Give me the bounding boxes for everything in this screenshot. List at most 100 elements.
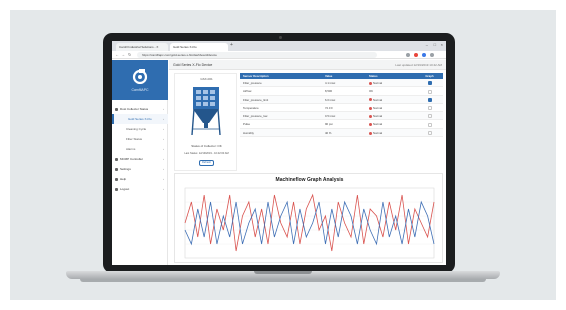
- sidebar-item-label: Filter Status: [126, 137, 143, 141]
- graph-toggle-cell: [416, 96, 443, 103]
- sidebar-nav: Dust Collector Status › Gold Series X-Flo ›…: [112, 104, 168, 194]
- browser-tab[interactable]: Camfil Industrial Solutions - X: [116, 43, 168, 51]
- sensor-status: Normal: [366, 104, 416, 111]
- menu-icon: [115, 158, 118, 161]
- table-body: Filter_pressure 4.1 inwc Normal Airflow 8,50…: [240, 79, 443, 138]
- graph-checkbox[interactable]: [427, 122, 432, 127]
- chevron-right-icon: ›: [163, 137, 164, 141]
- chevron-right-icon: ›: [163, 187, 164, 191]
- chevron-right-icon: ›: [163, 157, 164, 161]
- webcam: [279, 36, 282, 39]
- sensor-value: 8,500: [325, 89, 332, 94]
- graph-checkbox[interactable]: [427, 131, 432, 136]
- back-icon[interactable]: ←: [115, 51, 119, 59]
- table-row[interactable]: Filter_pressure 4.1 inwc Normal: [240, 79, 443, 88]
- sidebar-item-label: Help: [120, 177, 127, 181]
- table-row[interactable]: Humidity 40 % Normal: [240, 128, 443, 138]
- sidebar-item-label: MCMP Controller: [120, 157, 143, 161]
- page-title: Gold Series X-Flo Device: [173, 63, 213, 67]
- graph-toggle-cell: [416, 79, 443, 86]
- status-text: OK: [369, 89, 374, 94]
- sensor-value: 90 psi: [325, 122, 333, 127]
- reload-icon[interactable]: ↻: [128, 51, 131, 59]
- sidebar-item[interactable]: Logout ›: [112, 184, 168, 194]
- chevron-right-icon: ›: [163, 167, 164, 171]
- sensor-description: Filter_pressure_limit: [243, 97, 269, 102]
- status-text: Normal: [373, 122, 383, 127]
- sensor-description: Pulse: [243, 122, 250, 127]
- sidebar-item[interactable]: Dust Collector Status ›: [112, 104, 168, 114]
- graph-checkbox[interactable]: [427, 89, 432, 94]
- status-dot-icon: [369, 81, 372, 85]
- chevron-right-icon: ›: [163, 117, 164, 121]
- extension-icon[interactable]: [414, 53, 418, 57]
- menu-icon[interactable]: [430, 53, 434, 57]
- status-text: Normal: [373, 97, 383, 102]
- status-dot-icon: [369, 114, 372, 118]
- sidebar-item-label: Settings: [120, 167, 131, 171]
- page-header: Gold Series X-Flo Device Last updated 12…: [169, 60, 446, 70]
- close-icon[interactable]: ×: [441, 42, 443, 47]
- sensor-description: Airflow: [243, 89, 252, 94]
- collector-status: Status of Collector: OK: [191, 144, 222, 148]
- profile-avatar[interactable]: [422, 53, 426, 57]
- dust-collector-image: [191, 87, 221, 136]
- sensor-description: Filter_pressure: [243, 81, 262, 85]
- series-line-1: [184, 193, 435, 252]
- status-text: Normal: [373, 81, 383, 85]
- sidebar-item[interactable]: Alarms ›: [112, 144, 168, 154]
- stage: Camfil Industrial Solutions - X Gold Ser…: [0, 0, 566, 310]
- sidebar-item[interactable]: Settings ›: [112, 164, 168, 174]
- menu-icon: [115, 168, 118, 171]
- brand-logo-icon: [132, 69, 148, 84]
- table-row[interactable]: Filter_pressure_low 0.5 inwc Normal: [240, 112, 443, 121]
- sensor-description: Temperature: [243, 105, 259, 110]
- sensor-status: OK: [366, 87, 416, 94]
- menu-icon: [115, 178, 118, 181]
- device-card: GSX-001 Status of Collector: OK Last Sta…: [174, 73, 237, 171]
- last-status: Last Status: 12/19/2019 - 10:42:00 AM: [184, 152, 229, 155]
- table-row[interactable]: Airflow 8,500 OK: [240, 87, 443, 96]
- chevron-right-icon: ›: [163, 177, 164, 181]
- table-row[interactable]: Temperature 72.0 F Normal: [240, 104, 443, 113]
- sensor-value: 6.0 inwc: [325, 97, 336, 102]
- address-bar: ← → ↻ https://camfilapc.com/gold-series-…: [112, 51, 446, 59]
- sidebar-item-label: Alarms: [126, 147, 136, 151]
- graph-checkbox[interactable]: [427, 97, 432, 102]
- sidebar-item[interactable]: Gold Series X-Flo ›: [112, 114, 168, 124]
- browser-tab-active[interactable]: Gold Series X-Flo: [170, 43, 228, 51]
- status-dot-icon: [369, 123, 372, 127]
- sensor-status: Normal: [366, 96, 416, 103]
- sensor-table: Sensor Description Value Status Graph Fi…: [240, 73, 443, 138]
- table-row[interactable]: Filter_pressure_limit 6.0 inwc Normal: [240, 95, 443, 104]
- forward-icon[interactable]: →: [121, 51, 125, 59]
- sensor-status: Normal: [366, 129, 416, 136]
- sidebar-item[interactable]: Help ›: [112, 174, 168, 184]
- sidebar-item-label: Gold Series X-Flo: [128, 117, 152, 121]
- sensor-status: Normal: [366, 79, 416, 86]
- minimize-icon[interactable]: –: [426, 42, 428, 47]
- star-icon[interactable]: [406, 53, 410, 57]
- sidebar-item[interactable]: Filter Status ›: [112, 134, 168, 144]
- browser-tab-bar: Camfil Industrial Solutions - X Gold Ser…: [112, 41, 446, 51]
- refresh-button[interactable]: Refresh: [199, 160, 214, 166]
- graph-toggle-cell: [416, 112, 443, 119]
- graph-checkbox[interactable]: [427, 81, 432, 86]
- url-input[interactable]: https://camfilapc.com/gold-series-x-flo/…: [137, 52, 377, 58]
- status-dot-icon: [369, 106, 372, 110]
- sensor-status: Normal: [366, 112, 416, 119]
- chevron-right-icon: ›: [163, 127, 164, 131]
- graph-toggle-cell: [416, 129, 443, 136]
- new-tab-icon[interactable]: +: [230, 42, 233, 48]
- status-text: Normal: [373, 105, 383, 110]
- maximize-icon[interactable]: □: [434, 42, 436, 47]
- sidebar-item[interactable]: MCMP Controller ›: [112, 154, 168, 164]
- graph-checkbox[interactable]: [427, 114, 432, 119]
- graph-checkbox[interactable]: [427, 106, 432, 111]
- table-row[interactable]: Pulse 90 psi Normal: [240, 120, 443, 129]
- browser-tab-title: Camfil Industrial Solutions - X: [119, 45, 159, 49]
- brand-panel: CamfilAPC: [112, 60, 168, 100]
- sidebar-item[interactable]: Cleaning Cycle ›: [112, 124, 168, 134]
- graph-panel: Machineflow Graph Analysis: [174, 173, 443, 263]
- chart-title: Machineflow Graph Analysis: [275, 177, 344, 183]
